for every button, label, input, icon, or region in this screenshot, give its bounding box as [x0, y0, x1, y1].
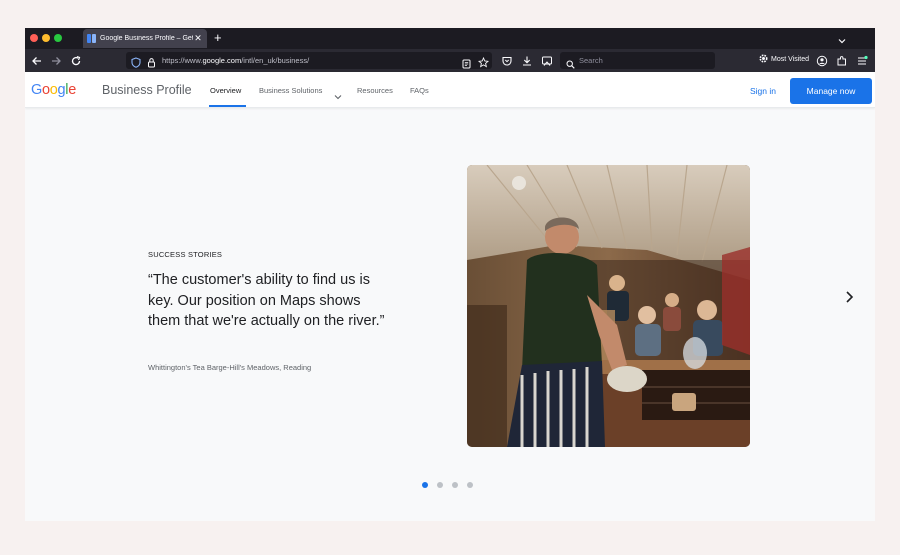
lock-icon[interactable]	[147, 55, 156, 68]
browser-window: Google Business Profile – Get L ✕ + http…	[25, 28, 875, 521]
download-icon[interactable]	[521, 54, 533, 66]
search-icon	[566, 56, 575, 69]
forward-arrow-icon[interactable]	[50, 54, 62, 66]
url-text[interactable]: https://www.google.com/intl/en_uk/busine…	[162, 56, 309, 65]
product-title[interactable]: Business Profile	[102, 83, 192, 97]
tab-title: Google Business Profile – Get L	[100, 35, 193, 42]
back-arrow-icon[interactable]	[31, 54, 43, 66]
tab-list-chevron-icon[interactable]	[837, 33, 847, 44]
google-business-favicon-icon	[87, 34, 96, 43]
navigation-toolbar: https://www.google.com/intl/en_uk/busine…	[25, 49, 875, 72]
chevron-right-icon[interactable]	[842, 290, 856, 304]
zoom-window-button[interactable]	[54, 34, 62, 42]
new-tab-button[interactable]: +	[214, 30, 222, 46]
nav-faqs[interactable]: FAQs	[410, 86, 429, 95]
nav-resources[interactable]: Resources	[357, 86, 393, 95]
google-logo[interactable]: Google	[31, 82, 76, 98]
carousel-indicators	[422, 482, 473, 488]
carousel-dot-3[interactable]	[452, 482, 458, 488]
shield-icon[interactable]	[131, 55, 141, 68]
testimonial-source: Whittington's Tea Barge-Hill's Meadows, …	[148, 363, 312, 372]
close-tab-icon[interactable]: ✕	[193, 33, 203, 44]
account-icon[interactable]	[816, 54, 828, 67]
sign-in-link[interactable]: Sign in	[750, 86, 776, 96]
search-bar[interactable]: Search	[560, 52, 715, 69]
nav-business-solutions[interactable]: Business Solutions	[259, 86, 322, 95]
carousel-dot-4[interactable]	[467, 482, 473, 488]
reader-icon[interactable]	[462, 56, 471, 69]
star-icon[interactable]	[477, 55, 490, 68]
browser-tab[interactable]: Google Business Profile – Get L ✕	[83, 29, 207, 48]
menu-icon[interactable]	[856, 54, 868, 66]
reload-icon[interactable]	[70, 54, 82, 66]
close-window-button[interactable]	[30, 34, 38, 42]
nav-overview[interactable]: Overview	[210, 86, 241, 95]
section-eyebrow: SUCCESS STORIES	[148, 250, 223, 259]
testimonial-quote: “The customer's ability to find us is ke…	[148, 272, 385, 329]
carousel-dot-1[interactable]	[422, 482, 428, 488]
carousel-dot-2[interactable]	[437, 482, 443, 488]
site-header: Google Business Profile Overview Busines…	[25, 72, 875, 108]
pocket-icon[interactable]	[501, 54, 513, 66]
search-input[interactable]: Search	[579, 56, 603, 65]
active-tab-indicator	[209, 105, 246, 107]
title-bar: Google Business Profile – Get L ✕ +	[25, 28, 875, 49]
minimize-window-button[interactable]	[42, 34, 50, 42]
address-bar[interactable]: https://www.google.com/intl/en_uk/busine…	[126, 52, 492, 69]
screenshot-icon[interactable]	[541, 54, 553, 66]
story-photo	[467, 165, 750, 447]
manage-now-button[interactable]: Manage now	[790, 78, 872, 104]
most-visited-label: Most Visited	[771, 56, 809, 63]
extensions-icon[interactable]	[836, 54, 848, 66]
gear-icon	[759, 54, 768, 65]
chevron-down-icon[interactable]	[334, 87, 342, 100]
most-visited-bookmark[interactable]: Most Visited	[759, 54, 809, 65]
